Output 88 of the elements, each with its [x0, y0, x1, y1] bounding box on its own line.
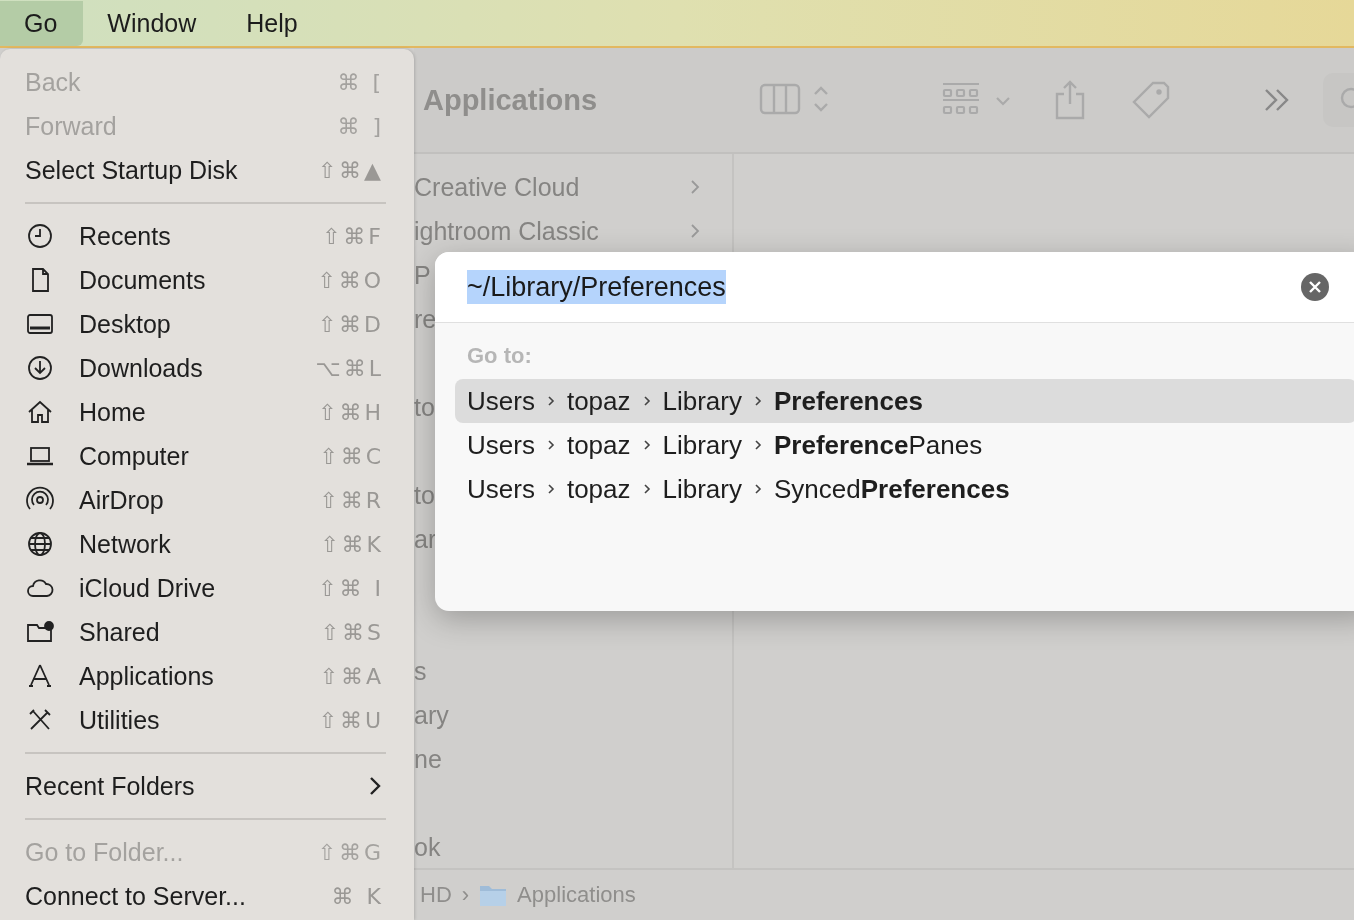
path-segment-label: Users — [467, 429, 535, 461]
path-segment-label: Users — [467, 385, 535, 417]
tag-icon[interactable] — [1131, 80, 1171, 120]
menu-item[interactable]: Computer ⇧⌘C — [0, 434, 414, 478]
menu-item-label: iCloud Drive — [79, 573, 217, 603]
menu-item[interactable]: Connect to Server... ⌘ K — [0, 874, 414, 918]
menu-item-label: Documents — [79, 265, 207, 295]
window-title: Applications — [423, 83, 597, 117]
menu-item[interactable]: Applications ⇧⌘A — [0, 654, 414, 698]
folder-icon — [479, 883, 508, 907]
path-segment-label: Library — [662, 473, 742, 505]
menu-item-label: Select Startup Disk — [25, 155, 239, 185]
shortcut-label: ⇧⌘K — [320, 531, 384, 557]
chevron-icon — [754, 394, 762, 408]
shortcut-label: ⇧⌘F — [321, 223, 384, 249]
path-segment-label: Preferences — [774, 385, 923, 417]
chevron-icon — [368, 775, 382, 797]
chevron-icon — [546, 438, 555, 452]
suggestion-row[interactable]: Users topaz Library PreferencePanes — [455, 423, 1354, 467]
menu-item-label: Recent Folders — [25, 771, 196, 801]
download-icon — [25, 353, 55, 383]
menu-item-label: Home — [79, 397, 147, 427]
path-segment-label: Library — [662, 429, 742, 461]
menu-item-label: Network — [79, 529, 172, 559]
path-segment-label: Users — [467, 473, 535, 505]
menu-item[interactable]: iCloud Drive ⇧⌘ I — [0, 566, 414, 610]
shortcut-label: ⇧⌘C — [319, 443, 384, 469]
clock-icon — [25, 221, 55, 251]
path-segment-label: topaz — [566, 429, 631, 461]
menu-item-label: Shared — [79, 617, 161, 647]
menu-item-label: Downloads — [79, 353, 204, 383]
globe-icon — [25, 529, 55, 559]
menu-item-label: AirDrop — [79, 485, 165, 515]
path-segment-label: topaz — [566, 385, 631, 417]
menu-item-label: Recents — [79, 221, 172, 251]
chevron-icon — [546, 394, 555, 408]
menu-item[interactable]: Shared ⇧⌘S — [0, 610, 414, 654]
path-segment-label: topaz — [566, 473, 631, 505]
shortcut-label: ⌥⌘L — [315, 355, 384, 381]
shortcut-label: ⇧⌘R — [319, 487, 384, 513]
shortcut-label: ⇧⌘▲ — [317, 157, 384, 183]
menu-item[interactable]: Desktop ⇧⌘D — [0, 302, 414, 346]
shortcut-label: ⇧⌘ I — [318, 575, 384, 601]
menu-item-label: Connect to Server... — [25, 881, 247, 911]
chevron-icon — [642, 394, 651, 408]
chevron-icon — [754, 438, 762, 452]
path-segment-label: Library — [662, 385, 742, 417]
shortcut-label: ⌘ [ — [337, 69, 384, 95]
menu-item[interactable]: Network ⇧⌘K — [0, 522, 414, 566]
menu-item[interactable]: Documents ⇧⌘O — [0, 258, 414, 302]
menu-item[interactable]: Downloads ⌥⌘L — [0, 346, 414, 390]
share-icon[interactable] — [1053, 80, 1087, 120]
shortcut-label: ⇧⌘D — [317, 311, 384, 337]
shortcut-label: ⇧⌘H — [318, 399, 384, 425]
shortcut-label: ⌘ ] — [337, 113, 384, 139]
path-separator: › — [461, 882, 470, 908]
shortcut-label: ⇧⌘O — [317, 267, 384, 293]
path-segment-label: PreferencePanes — [774, 429, 983, 461]
chevron-icon — [546, 482, 555, 496]
menu-item-label: Applications — [79, 661, 215, 691]
menu-item[interactable]: Utilities ⇧⌘U — [0, 698, 414, 742]
menu-item[interactable]: Select Startup Disk ⇧⌘▲ — [0, 148, 414, 192]
section-label: Go to: — [467, 343, 533, 369]
menu-bar-item[interactable]: Window — [83, 0, 223, 46]
menu-item[interactable]: Recents ⇧⌘F — [0, 214, 414, 258]
shortcut-label: ⇧⌘U — [318, 707, 384, 733]
chevron-icon — [754, 482, 762, 496]
menu-item[interactable]: Recent Folders — [0, 764, 414, 808]
menu-bar-item[interactable]: Help — [222, 0, 324, 46]
clear-button[interactable] — [1301, 273, 1329, 301]
menu-item[interactable]: AirDrop ⇧⌘R — [0, 478, 414, 522]
menu-item-label: Computer — [79, 441, 190, 471]
shortcut-label: ⌘ K — [331, 883, 384, 909]
shortcut-label: ⇧⌘G — [317, 839, 384, 865]
chevron-icon — [642, 438, 651, 452]
suggestion-row[interactable]: Users topaz Library Preferences — [455, 379, 1354, 423]
menu-item-label: Desktop — [79, 309, 172, 339]
shortcut-label: ⇧⌘A — [319, 663, 384, 689]
menu-bar-item[interactable]: Go — [0, 0, 84, 46]
path-segment-label: SyncedPreferences — [774, 473, 1010, 505]
menu-item[interactable]: Home ⇧⌘H — [0, 390, 414, 434]
chevron-icon — [642, 482, 651, 496]
suggestion-row[interactable]: Users topaz Library SyncedPreferences — [455, 467, 1354, 511]
shortcut-label: ⇧⌘S — [320, 619, 384, 645]
menu-item-label: Forward — [25, 111, 118, 141]
menu-item-label: Back — [25, 67, 82, 97]
menu-item-label: Go to Folder... — [25, 837, 185, 867]
menu-item-label: Utilities — [79, 705, 161, 735]
